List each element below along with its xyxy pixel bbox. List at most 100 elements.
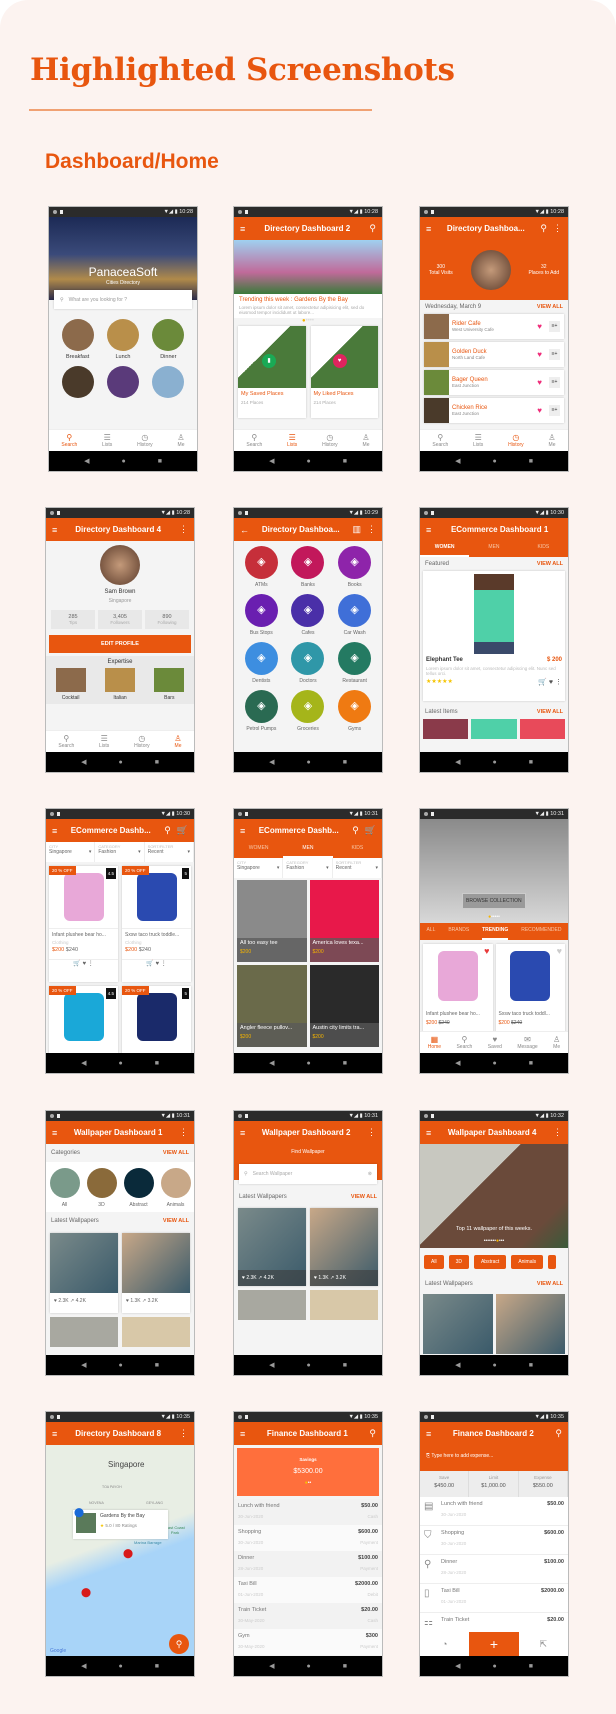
category-item[interactable]: 3D xyxy=(86,1168,117,1208)
heart-icon[interactable]: ♥ xyxy=(557,946,562,956)
category-cafes[interactable]: ◈ Cafes xyxy=(291,594,325,636)
back-icon[interactable]: ◀ xyxy=(455,1361,460,1369)
bottom-nav-history[interactable]: ◷ History xyxy=(322,433,338,448)
category-image[interactable] xyxy=(106,366,139,398)
browse-collection-button[interactable]: BROWSE COLLECTION xyxy=(462,893,526,909)
bottom-nav-saved[interactable]: ♥ Saved xyxy=(488,1035,502,1050)
transaction-row[interactable]: Taxi Bill $2000.00 01-Jun-2020 Debit xyxy=(234,1577,382,1603)
product-card[interactable]: 20 % OFF 4.5 Infant plushee bear ho... Clo… xyxy=(49,866,118,982)
expertise-item[interactable]: Cocktail xyxy=(55,668,86,701)
bottom-nav-lists[interactable]: ☰ Lists xyxy=(102,433,112,448)
back-icon[interactable]: ← xyxy=(240,525,249,535)
wallpaper-card[interactable]: ♥ 1.3K ↗ 3.2K xyxy=(122,1233,190,1313)
bottom-nav-history[interactable]: ◷ History xyxy=(134,734,150,749)
wallpaper-card[interactable]: ♥ 2.3K ↗ 4.2K xyxy=(50,1233,118,1313)
bottom-nav-home[interactable]: ▦ Home xyxy=(428,1035,441,1050)
home-icon[interactable]: ● xyxy=(492,1362,496,1369)
bottom-nav-lists[interactable]: ☰ Lists xyxy=(473,433,483,448)
menu-icon[interactable]: ≡ xyxy=(52,525,57,535)
expense-row[interactable]: ▤ Lunch with friend 30-Jun-2020 $50.00 xyxy=(420,1497,568,1526)
product-card[interactable]: 20 % OFF 4.5 xyxy=(49,986,118,1056)
back-icon[interactable]: ◀ xyxy=(269,1361,274,1369)
wallpaper-card[interactable]: ♥ 2.3K ↗ 4.2K xyxy=(238,1208,306,1286)
view-all-link[interactable]: VIEW ALL xyxy=(537,304,563,310)
heart-icon[interactable]: ♥ xyxy=(155,961,159,967)
recent-apps-icon[interactable]: ■ xyxy=(343,1663,347,1670)
home-icon[interactable]: ● xyxy=(118,1362,122,1369)
filter-city[interactable]: CITY Singapore ▾ xyxy=(234,858,284,878)
filter-sort-filter[interactable]: SORT/FILTER Recent ▾ xyxy=(145,842,194,862)
filter-category[interactable]: CATEGORY Fashion ▾ xyxy=(95,842,145,862)
home-icon[interactable]: ● xyxy=(118,1060,122,1067)
back-icon[interactable]: ◀ xyxy=(455,1662,460,1670)
menu-icon[interactable]: ≡ xyxy=(52,1429,57,1439)
more-icon[interactable]: ⋮ xyxy=(88,961,94,967)
category-doctors[interactable]: ◈ Doctors xyxy=(291,642,325,684)
chip-abstract[interactable]: Abstract xyxy=(473,1255,507,1269)
product-card[interactable]: 20 % OFF 5 xyxy=(122,986,191,1056)
bottom-nav-message[interactable]: ✉ Message xyxy=(517,1035,537,1050)
category-dentists[interactable]: ◈ Dentists xyxy=(244,642,278,684)
menu-icon[interactable]: ≡ xyxy=(240,826,245,836)
stat-card[interactable]: 285 Tips xyxy=(51,610,95,629)
bottom-nav-lists[interactable]: ☰ Lists xyxy=(287,433,297,448)
history-item[interactable]: Rider Cafe West University Cafe ♥ ≡+ xyxy=(424,314,564,339)
transaction-row[interactable]: Dinner $100.00 28-Jun-2020 Payment xyxy=(234,1551,382,1577)
cart-icon[interactable]: 🛒 xyxy=(146,961,153,967)
map-pin-icon[interactable]: ⬤ xyxy=(74,1507,84,1518)
category-petrol-pumps[interactable]: ◈ Petrol Pumps xyxy=(244,690,278,732)
category-item[interactable]: Lunch xyxy=(106,319,139,360)
recent-apps-icon[interactable]: ■ xyxy=(343,458,347,465)
stat-card[interactable]: 890 Following xyxy=(145,610,189,629)
add-to-list-icon[interactable]: ≡+ xyxy=(549,321,560,332)
category-groceries[interactable]: ◈ Groceries xyxy=(291,690,325,732)
home-icon[interactable]: ● xyxy=(492,1663,496,1670)
map-pin-icon[interactable]: ⬤ xyxy=(81,1587,91,1598)
home-icon[interactable]: ● xyxy=(306,458,310,465)
filter-sort-filter[interactable]: SORT/FILTER Recent ▾ xyxy=(333,858,382,878)
category-item[interactable]: All xyxy=(49,1168,80,1208)
tab-women[interactable]: WOMEN xyxy=(234,841,283,858)
recent-apps-icon[interactable]: ■ xyxy=(155,1362,159,1369)
tab-all[interactable]: ALL xyxy=(426,923,435,940)
transaction-row[interactable]: Shopping $600.00 30-Jun-2020 Payment xyxy=(234,1525,382,1551)
category-item[interactable]: Abstract xyxy=(123,1168,154,1208)
menu-icon[interactable]: ≡ xyxy=(240,1429,245,1439)
search-input[interactable]: ⚲ What are you looking for ? xyxy=(54,290,192,309)
bottom-nav-me[interactable]: ♙ Me xyxy=(548,433,555,448)
home-icon[interactable]: ● xyxy=(492,1060,496,1067)
transaction-row[interactable]: Gym $300 30-May-2020 Payment xyxy=(234,1629,382,1655)
recent-apps-icon[interactable]: ■ xyxy=(343,1362,347,1369)
back-icon[interactable]: ◀ xyxy=(84,457,89,465)
wallpaper-card[interactable] xyxy=(423,1294,493,1354)
history-item[interactable]: Bager Queen East Junction ♥ ≡+ xyxy=(424,370,564,395)
tab-trending[interactable]: TRENDING xyxy=(482,923,509,940)
category-image[interactable] xyxy=(61,366,94,398)
search-icon[interactable]: ⚲ xyxy=(352,825,359,836)
wallpaper-card[interactable]: ♥ 1.3K ↗ 3.2K xyxy=(310,1208,378,1286)
bottom-nav-search[interactable]: ⚲ Search xyxy=(246,433,262,448)
featured-wallpaper-image[interactable]: Top 11 wallpaper of this weeks. •••••••●•… xyxy=(420,1144,568,1248)
heart-icon[interactable]: ♥ xyxy=(537,350,542,359)
recent-apps-icon[interactable]: ■ xyxy=(155,1663,159,1670)
menu-icon[interactable]: ≡ xyxy=(426,224,431,234)
back-icon[interactable]: ◀ xyxy=(455,758,460,766)
bookmark-icon[interactable]: ▮ xyxy=(262,354,276,368)
category-atms[interactable]: ◈ ATMs xyxy=(244,546,278,588)
chip-animals[interactable]: Animals xyxy=(511,1255,544,1269)
tab-women[interactable]: WOMEN xyxy=(420,540,470,557)
back-icon[interactable]: ◀ xyxy=(269,1662,274,1670)
wallpaper-card[interactable] xyxy=(238,1290,306,1320)
history-item[interactable]: Golden Duck North Land Cafe ♥ ≡+ xyxy=(424,342,564,367)
map-pin-icon[interactable]: ⬤ xyxy=(123,1548,133,1559)
cart-icon[interactable]: 🛒 xyxy=(538,679,547,686)
trending-title[interactable]: Trending this week : Gardens By the Bay xyxy=(239,297,377,303)
avatar[interactable] xyxy=(100,545,140,585)
heart-icon[interactable]: ♥ xyxy=(54,1298,57,1304)
bottom-nav-lists[interactable]: ☰ Lists xyxy=(99,734,109,749)
bottom-nav-search[interactable]: ⚲ Search xyxy=(432,433,448,448)
product-tile[interactable]: All too easy tee $200 xyxy=(237,880,307,962)
back-icon[interactable]: ◀ xyxy=(455,457,460,465)
recent-apps-icon[interactable]: ■ xyxy=(529,1362,533,1369)
heart-icon[interactable]: ♥ xyxy=(332,354,347,368)
